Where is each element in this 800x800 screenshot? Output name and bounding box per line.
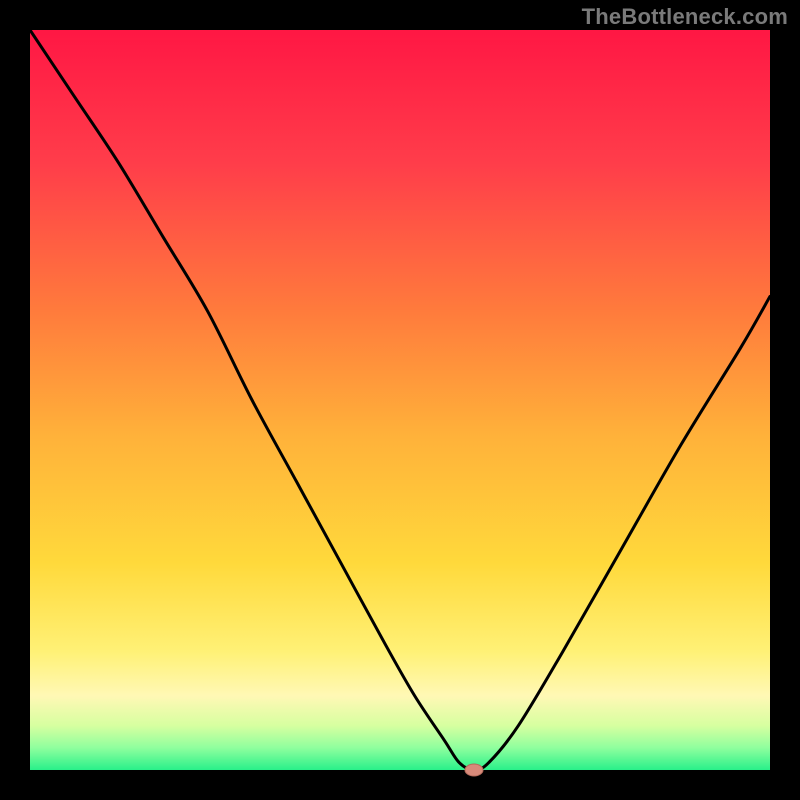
- bottleneck-chart: [0, 0, 800, 800]
- optimal-point-marker: [465, 764, 483, 776]
- plot-background: [30, 30, 770, 770]
- watermark-text: TheBottleneck.com: [582, 4, 788, 30]
- chart-container: TheBottleneck.com: [0, 0, 800, 800]
